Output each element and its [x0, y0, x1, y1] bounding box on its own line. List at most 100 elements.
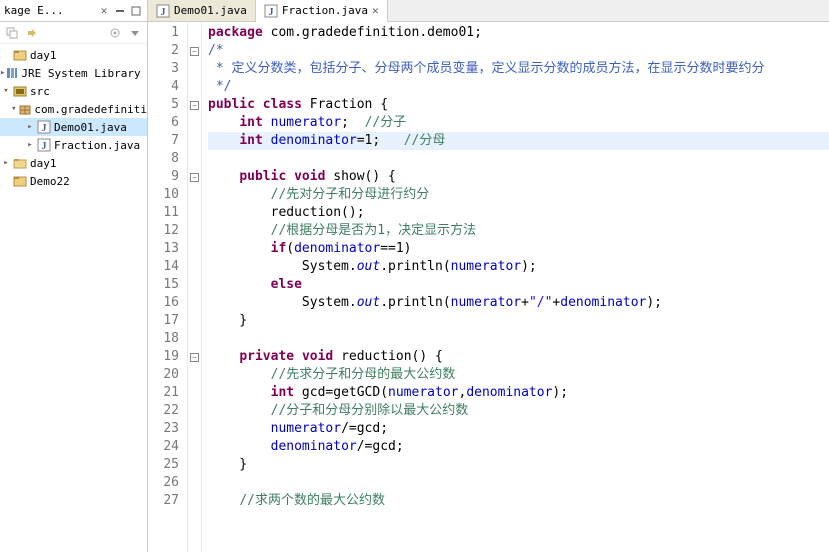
line-number: 12 [148, 222, 187, 240]
line-number: 7 [148, 132, 187, 150]
expander-icon[interactable]: ▸ [24, 121, 36, 133]
editor-tab[interactable]: JFraction.java✕ [256, 0, 388, 22]
line-number: 5 [148, 96, 187, 114]
line-number: 2 [148, 42, 187, 60]
editor-tab[interactable]: J Demo01.java [148, 0, 256, 21]
fold-cell [188, 150, 201, 168]
code-line[interactable]: private void reduction() { [208, 348, 829, 366]
code-line[interactable]: */ [208, 78, 829, 96]
code-line[interactable]: } [208, 456, 829, 474]
line-number: 25 [148, 456, 187, 474]
code-line[interactable]: public class Fraction { [208, 96, 829, 114]
fold-toggle-icon[interactable]: − [190, 353, 199, 362]
line-number: 26 [148, 474, 187, 492]
tree-item[interactable]: ▸JRE System Library [ [0, 64, 147, 82]
code-content[interactable]: package com.gradedefinition.demo01;/* * … [202, 22, 829, 552]
view-menu-icon[interactable] [127, 25, 143, 41]
folder-icon [12, 155, 28, 171]
expander-icon[interactable] [0, 49, 12, 61]
fold-toggle-icon[interactable]: − [190, 47, 199, 56]
fold-cell[interactable]: − [188, 96, 201, 114]
expander-icon[interactable]: ▾ [0, 85, 12, 97]
expander-icon[interactable] [0, 175, 12, 187]
code-line[interactable]: int numerator; //分子 [208, 114, 829, 132]
srcfolder-icon [12, 83, 28, 99]
close-icon[interactable]: ✕ [97, 4, 111, 18]
maximize-icon[interactable] [129, 4, 143, 18]
package-explorer-toolbar [0, 22, 147, 44]
code-line[interactable]: numerator/=gcd; [208, 420, 829, 438]
tree-item[interactable]: ▸ day1 [0, 154, 147, 172]
fold-cell [188, 78, 201, 96]
fold-cell[interactable]: − [188, 168, 201, 186]
code-line[interactable]: //根据分母是否为1，决定显示方法 [208, 222, 829, 240]
line-number: 27 [148, 492, 187, 510]
tree-item-label: JRE System Library [ [21, 67, 147, 80]
code-line[interactable]: package com.gradedefinition.demo01; [208, 24, 829, 42]
tree-item[interactable]: Demo22 [0, 172, 147, 190]
package-icon [18, 101, 32, 117]
svg-text:J: J [42, 141, 47, 152]
expander-icon[interactable]: ▾ [9, 103, 18, 115]
code-line[interactable]: System.out.println(numerator); [208, 258, 829, 276]
fold-cell [188, 258, 201, 276]
tree-item[interactable]: ▾com.gradedefiniti [0, 100, 147, 118]
focus-icon[interactable] [107, 25, 123, 41]
fold-cell [188, 186, 201, 204]
close-tab-icon[interactable]: ✕ [372, 4, 379, 17]
fold-cell [188, 24, 201, 42]
code-line[interactable]: int gcd=getGCD(numerator,denominator); [208, 384, 829, 402]
expander-icon[interactable]: ▸ [24, 139, 36, 151]
code-line[interactable]: System.out.println(numerator+"/"+denomin… [208, 294, 829, 312]
tree-item[interactable]: ▸JDemo01.java [0, 118, 147, 136]
library-icon [5, 65, 19, 81]
package-explorer-header: kage E... ✕ [0, 0, 147, 22]
minimize-icon[interactable] [113, 4, 127, 18]
fold-cell [188, 330, 201, 348]
code-line[interactable]: if(denominator==1) [208, 240, 829, 258]
fold-cell [188, 474, 201, 492]
line-number: 11 [148, 204, 187, 222]
code-line[interactable]: } [208, 312, 829, 330]
code-line[interactable]: denominator/=gcd; [208, 438, 829, 456]
tab-label: Demo01.java [174, 4, 247, 17]
collapse-all-icon[interactable] [4, 25, 20, 41]
folding-column[interactable]: − − − − [188, 22, 202, 552]
code-line[interactable]: * 定义分数类，包括分子、分母两个成员变量，定义显示分数的成员方法，在显示分数时… [208, 60, 829, 78]
package-explorer: kage E... ✕ day1▸JRE System Library [▾sr… [0, 0, 148, 552]
tree-item[interactable]: day1 [0, 46, 147, 64]
fold-toggle-icon[interactable]: − [190, 173, 199, 182]
code-line[interactable]: //先求分子和分母的最大公约数 [208, 366, 829, 384]
code-line[interactable] [208, 150, 829, 168]
fold-cell [188, 240, 201, 258]
code-line[interactable]: //先对分子和分母进行约分 [208, 186, 829, 204]
tree-item-label: day1 [30, 49, 57, 62]
fold-cell[interactable]: − [188, 348, 201, 366]
code-line[interactable]: public void show() { [208, 168, 829, 186]
link-editor-icon[interactable] [24, 25, 40, 41]
svg-text:J: J [161, 7, 166, 18]
fold-toggle-icon[interactable]: − [190, 101, 199, 110]
java-file-icon: J [264, 4, 278, 18]
project-tree[interactable]: day1▸JRE System Library [▾src▾com.graded… [0, 44, 147, 192]
line-number: 19 [148, 348, 187, 366]
tree-item-label: day1 [30, 157, 57, 170]
code-editor[interactable]: 1234567891011121314151617181920212223242… [148, 22, 829, 552]
line-number: 6 [148, 114, 187, 132]
expander-icon[interactable]: ▸ [0, 157, 12, 169]
code-line[interactable]: int denominator=1; //分母 [208, 132, 829, 150]
tree-item[interactable]: ▾src [0, 82, 147, 100]
code-line[interactable]: //分子和分母分别除以最大公约数 [208, 402, 829, 420]
fold-cell[interactable]: − [188, 42, 201, 60]
code-line[interactable] [208, 330, 829, 348]
line-number: 13 [148, 240, 187, 258]
code-line[interactable]: /* [208, 42, 829, 60]
code-line[interactable]: //求两个数的最大公约数 [208, 492, 829, 510]
line-number: 17 [148, 312, 187, 330]
tree-item[interactable]: ▸JFraction.java [0, 136, 147, 154]
code-line[interactable] [208, 474, 829, 492]
fold-cell [188, 114, 201, 132]
code-line[interactable]: reduction(); [208, 204, 829, 222]
code-line[interactable]: else [208, 276, 829, 294]
editor-tabs: J Demo01.java JFraction.java✕ [148, 0, 829, 22]
